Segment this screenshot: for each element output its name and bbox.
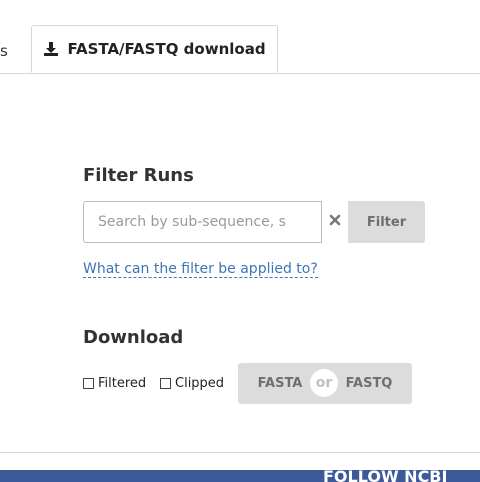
footer-bar: FOLLOW NCBI: [0, 470, 480, 482]
clipped-checkbox-option[interactable]: Clipped: [160, 376, 224, 391]
clear-search-button[interactable]: [322, 201, 348, 243]
filter-help-link[interactable]: What can the filter be applied to?: [83, 261, 318, 278]
filtered-checkbox-option[interactable]: Filtered: [83, 376, 146, 391]
tab-label: FASTA/FASTQ download: [67, 40, 266, 58]
search-input[interactable]: [83, 201, 322, 243]
tab-fasta-fastq-download[interactable]: FASTA/FASTQ download: [31, 25, 278, 73]
format-button-group: FASTA FASTQ or: [238, 363, 412, 404]
section-divider: [0, 452, 480, 453]
clipped-label: Clipped: [175, 376, 225, 391]
page: s FASTA/FASTQ download Filter Runs Filte…: [0, 0, 480, 482]
tab-bar-divider: [0, 73, 480, 74]
filter-section-title: Filter Runs: [83, 165, 194, 186]
download-icon: [43, 41, 59, 57]
fastq-button[interactable]: FASTQ: [326, 363, 412, 404]
close-icon: [329, 213, 341, 231]
or-separator: or: [310, 369, 338, 397]
download-section-title: Download: [83, 327, 184, 348]
footer-follow-text: FOLLOW NCBI: [323, 470, 448, 482]
filtered-label: Filtered: [98, 376, 147, 391]
clipped-checkbox[interactable]: [160, 378, 171, 389]
filter-button[interactable]: Filter: [348, 201, 425, 243]
filtered-checkbox[interactable]: [83, 378, 94, 389]
tab-previous-partial[interactable]: s: [0, 42, 8, 60]
